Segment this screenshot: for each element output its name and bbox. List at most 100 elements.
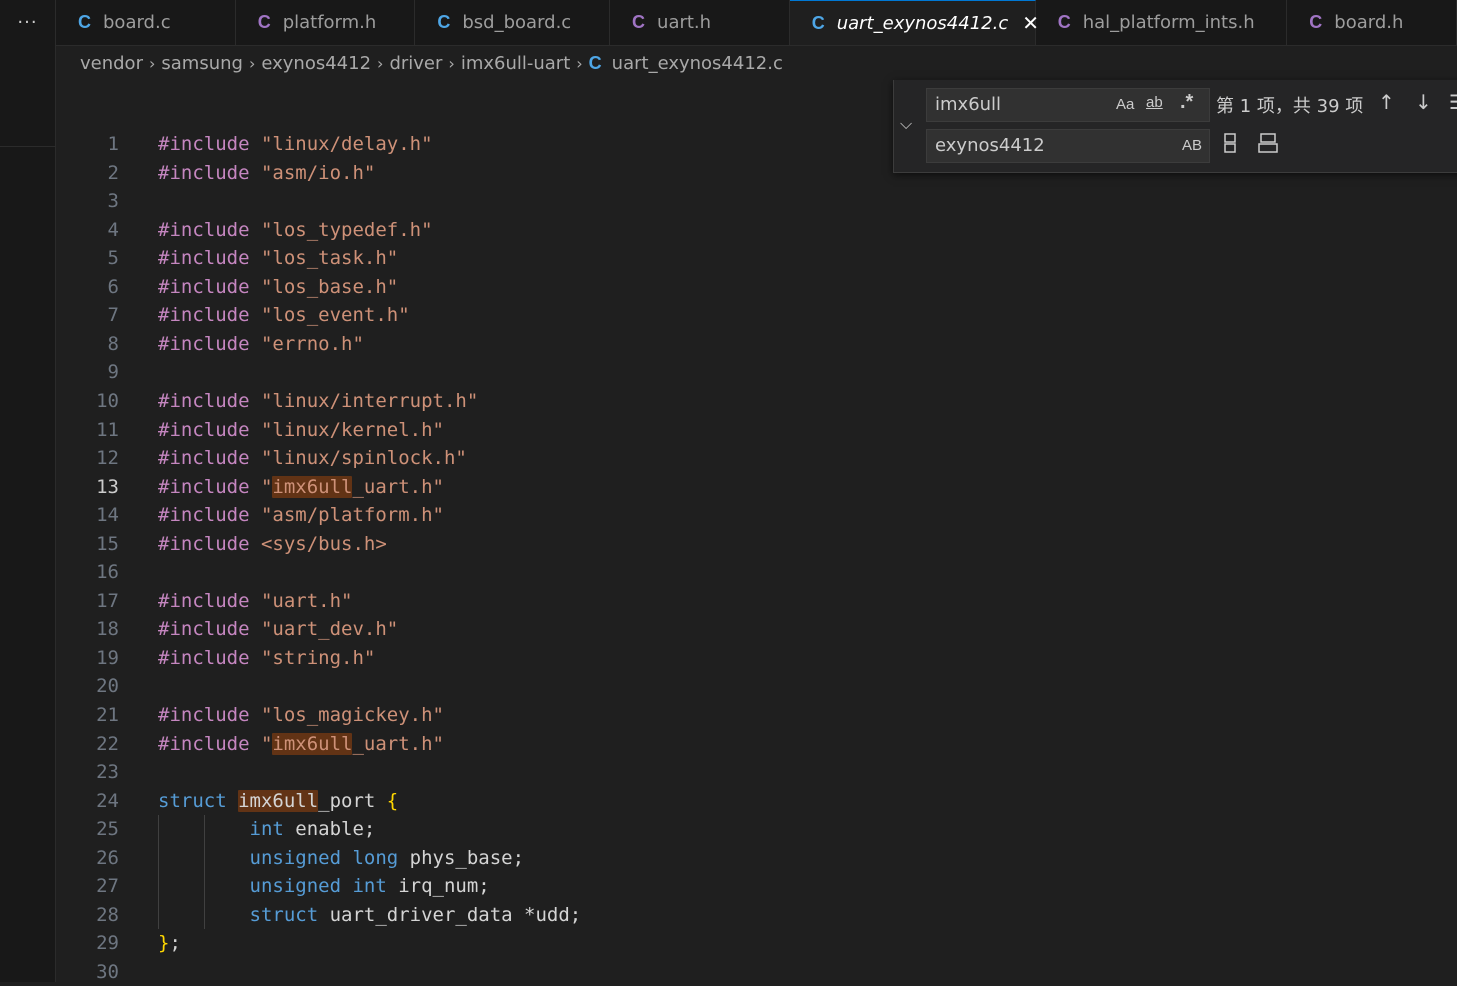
code-text: #include "linux/spinlock.h" xyxy=(158,447,467,470)
code-line[interactable]: 5 #include "los_task.h" xyxy=(56,244,1456,272)
editor-tabs: Cboard.c Cplatform.h Cbsd_board.c Cuart.h Cu… xyxy=(56,0,1457,46)
code-line[interactable]: 27 unsigned int irq_num; xyxy=(56,872,1456,900)
code-line[interactable]: 20 xyxy=(56,672,1456,700)
code-line[interactable]: 14 #include "asm/platform.h" xyxy=(56,501,1456,529)
breadcrumb-item[interactable]: samsung xyxy=(161,53,243,74)
code-text: #include "los_magickey.h" xyxy=(158,704,444,726)
code-line[interactable]: 11 #include "linux/kernel.h" xyxy=(56,416,1456,444)
code-line[interactable]: 22 #include "imx6ull_uart.h" xyxy=(56,730,1456,758)
line-number: 11 xyxy=(96,418,119,441)
tab-board-c[interactable]: Cboard.c xyxy=(56,0,236,45)
code-line[interactable]: 28 struct uart_driver_data *udd; xyxy=(56,901,1456,929)
code-text: struct imx6ull_port { xyxy=(158,789,399,812)
code-text: #include "los_event.h" xyxy=(158,304,410,327)
code-line[interactable]: 29}; xyxy=(56,929,1456,957)
chevron-down-icon[interactable]: ⌵ xyxy=(900,114,912,134)
replace-input[interactable]: exynos4412 xyxy=(926,129,1210,163)
code-text: #include "string.h" xyxy=(158,646,376,669)
code-line[interactable]: 3 xyxy=(56,187,1456,215)
code-line[interactable]: 24 struct imx6ull_port { xyxy=(56,787,1456,815)
line-number: 27 xyxy=(96,875,119,898)
tab-uart-h[interactable]: Cuart.h xyxy=(610,0,790,45)
preserve-case-icon[interactable]: AB xyxy=(1182,137,1202,154)
c-file-icon: C xyxy=(588,52,602,73)
line-number: 21 xyxy=(96,704,119,726)
code-text: #include "linux/kernel.h" xyxy=(158,418,444,441)
code-text: #include "linux/interrupt.h" xyxy=(158,389,479,412)
code-text: #include "asm/io.h" xyxy=(158,161,376,184)
tab-platform-h[interactable]: Cplatform.h xyxy=(236,0,416,45)
line-number: 2 xyxy=(107,161,119,184)
c-file-icon: C xyxy=(78,12,91,32)
code-line[interactable]: 8 #include "errno.h" xyxy=(56,330,1456,358)
breadcrumb-item[interactable]: imx6ull-uart xyxy=(461,53,570,74)
code-line[interactable]: 17 #include "uart.h" xyxy=(56,587,1456,615)
code-line[interactable]: 23 xyxy=(56,758,1456,786)
code-editor[interactable]: 1 #include "linux/delay.h" 2 #include "asm/… xyxy=(56,81,1457,983)
line-number: 18 xyxy=(96,618,119,641)
code-text: #include "los_typedef.h" xyxy=(158,218,433,241)
tab-bsd-board-c[interactable]: Cbsd_board.c xyxy=(415,0,611,45)
code-line[interactable]: 6 #include "los_base.h" xyxy=(56,273,1456,301)
code-text: #include "los_base.h" xyxy=(158,275,399,298)
line-number: 20 xyxy=(96,675,119,698)
whole-word-icon[interactable]: ab xyxy=(1146,94,1163,111)
tab-hal-platform-ints-h[interactable]: Chal_platform_ints.h xyxy=(1036,0,1288,45)
breadcrumb-item[interactable]: exynos4412 xyxy=(261,53,371,74)
code-line[interactable]: 15 #include <sys/bus.h> xyxy=(56,530,1456,558)
line-number: 24 xyxy=(96,789,119,812)
c-file-icon: C xyxy=(257,12,271,32)
code-line[interactable]: 19 #include "string.h" xyxy=(56,644,1456,672)
tab-label: hal_platform_ints.h xyxy=(1082,12,1255,33)
line-number: 7 xyxy=(107,304,119,327)
c-file-icon: C xyxy=(1309,12,1323,32)
code-text: unsigned long phys_base; xyxy=(249,846,525,869)
breadcrumb-item[interactable]: driver xyxy=(389,53,442,74)
replace-icon[interactable] xyxy=(1222,133,1240,158)
line-number: 1 xyxy=(107,133,119,155)
breadcrumb-item[interactable]: vendor xyxy=(80,53,143,74)
tab-label: board.h xyxy=(1334,12,1404,33)
match-count: 第 1 项，共 39 项 xyxy=(1216,96,1364,117)
breadcrumb: vendor › samsung › exynos4412 › driver › imx6ull… xyxy=(56,46,1457,80)
replace-all-icon[interactable] xyxy=(1258,133,1280,158)
code-line[interactable]: 21 #include "los_magickey.h" xyxy=(56,701,1456,729)
line-number: 5 xyxy=(107,247,119,270)
line-number: 16 xyxy=(96,561,119,584)
code-line[interactable]: 9 xyxy=(56,358,1456,386)
line-number: 6 xyxy=(107,275,119,298)
chevron-right-icon: › xyxy=(248,53,256,73)
code-text: }; xyxy=(158,932,181,955)
code-line[interactable]: 4 #include "los_typedef.h" xyxy=(56,216,1456,244)
code-text: #include "los_task.h" xyxy=(158,247,399,270)
search-input[interactable]: imx6ull xyxy=(926,88,1210,122)
line-number: 17 xyxy=(96,589,119,612)
code-line[interactable]: 12 #include "linux/spinlock.h" xyxy=(56,444,1456,472)
code-text: #include "errno.h" xyxy=(158,332,364,355)
tab-board-h[interactable]: Cboard.h xyxy=(1287,0,1457,45)
regex-icon[interactable]: .* xyxy=(1180,91,1193,114)
code-line[interactable]: 26 unsigned long phys_base; xyxy=(56,844,1456,872)
code-line[interactable]: 18 #include "uart_dev.h" xyxy=(56,615,1456,643)
code-line[interactable]: 10 #include "linux/interrupt.h" xyxy=(56,387,1456,415)
more-actions-icon[interactable]: ··· xyxy=(0,0,55,45)
line-number: 28 xyxy=(96,903,119,926)
breadcrumb-file[interactable]: uart_exynos4412.c xyxy=(612,53,783,74)
code-line[interactable]: 16 xyxy=(56,558,1456,586)
previous-match-icon[interactable]: ↑ xyxy=(1378,90,1395,114)
chevron-right-icon: › xyxy=(448,53,455,73)
find-in-selection-icon[interactable]: ☰ xyxy=(1449,90,1457,114)
code-text: #include "uart_dev.h" xyxy=(158,618,399,641)
line-number: 8 xyxy=(107,332,119,355)
code-text: #include "imx6ull_uart.h" xyxy=(158,732,444,755)
chevron-right-icon: › xyxy=(377,53,384,73)
match-case-icon[interactable]: Aa xyxy=(1116,96,1134,113)
code-line[interactable]: 7 #include "los_event.h" xyxy=(56,301,1456,329)
code-line[interactable]: 13 #include "imx6ull_uart.h" xyxy=(56,473,1456,501)
line-number: 10 xyxy=(96,389,119,412)
next-match-icon[interactable]: ↓ xyxy=(1415,90,1432,114)
replace-input-value: exynos4412 xyxy=(935,135,1045,156)
line-number: 29 xyxy=(96,932,119,955)
code-line[interactable]: 25 int enable; xyxy=(56,815,1456,843)
tab-uart-exynos4412-c[interactable]: Cuart_exynos4412.c ✕ xyxy=(789,0,1039,45)
